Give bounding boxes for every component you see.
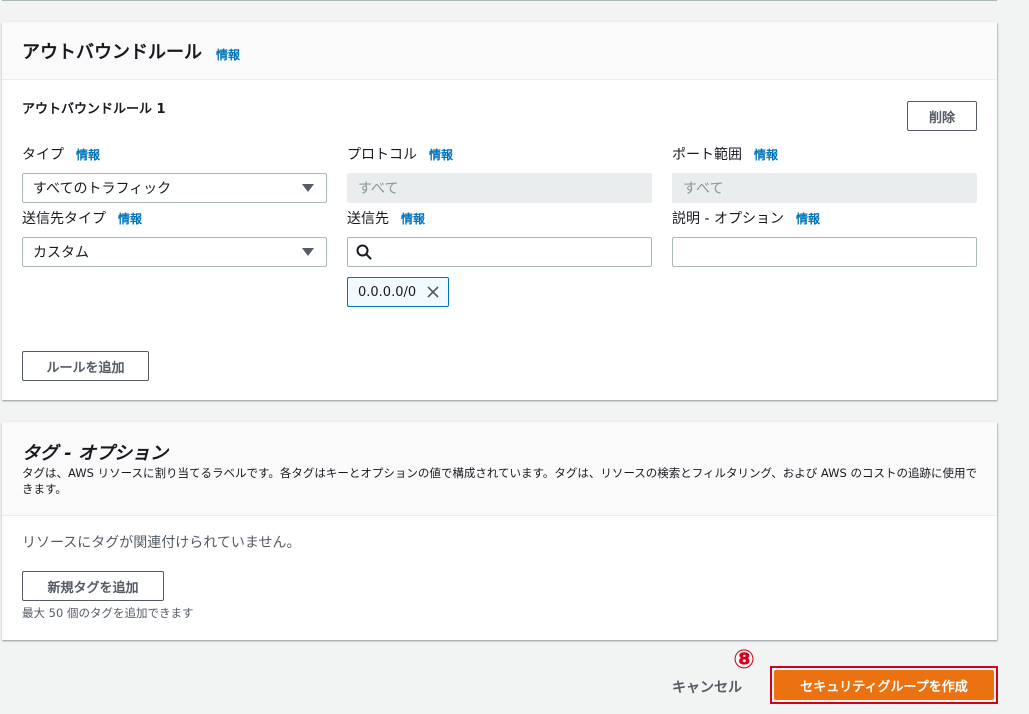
description-label-text: 説明 - オプション [672, 211, 784, 227]
tags-panel: タグ - オプション タグは、AWS リソースに割り当てるラベルです。各タグはキ… [2, 422, 997, 640]
tags-description: タグは、AWS リソースに割り当てるラベルです。各タグはキーとオプションの値で構… [22, 466, 977, 496]
type-label: タイプ 情報 [22, 144, 100, 164]
description-label: 説明 - オプション 情報 [672, 208, 820, 228]
outbound-rules-info-link[interactable]: 情報 [216, 46, 240, 63]
dest-type-select-value: カスタム [33, 245, 89, 261]
protocol-info-link[interactable]: 情報 [429, 148, 453, 162]
destination-info-link[interactable]: 情報 [401, 212, 425, 226]
outbound-rules-panel: アウトバウンドルール 情報 アウトバウンドルール 1 削除 タイプ 情報 プロトコ… [2, 22, 997, 400]
destination-search-input[interactable] [347, 237, 652, 267]
tags-hint: 最大 50 個のタグを追加できます [22, 606, 194, 620]
destination-token-label: 0.0.0.0/0 [358, 284, 417, 300]
destination-token: 0.0.0.0/0 [347, 277, 449, 307]
caret-down-icon [302, 248, 314, 256]
port-range-field: すべて [672, 173, 977, 203]
close-icon[interactable] [426, 285, 440, 299]
add-rule-button[interactable]: ルールを追加 [22, 351, 149, 381]
outbound-rules-header: アウトバウンドルール 情報 [2, 22, 997, 80]
previous-panel-edge [2, 0, 997, 1]
port-range-field-value: すべて [683, 181, 724, 197]
dest-type-info-link[interactable]: 情報 [118, 212, 142, 226]
tags-empty-text: リソースにタグが関連付けられていません。 [22, 535, 301, 551]
protocol-field: すべて [347, 173, 652, 203]
type-select-value: すべてのトラフィック [33, 181, 172, 197]
tags-header: タグ - オプション タグは、AWS リソースに割り当てるラベルです。各タグはキ… [2, 422, 997, 516]
type-select[interactable]: すべてのトラフィック [22, 173, 327, 203]
port-range-info-link[interactable]: 情報 [754, 148, 778, 162]
port-range-label-text: ポート範囲 [672, 147, 742, 163]
outbound-rules-title: アウトバウンドルール [22, 42, 202, 63]
destination-label-text: 送信先 [347, 211, 389, 227]
search-icon [356, 244, 372, 260]
protocol-label-text: プロトコル [347, 147, 417, 163]
port-range-label: ポート範囲 情報 [672, 144, 778, 164]
create-security-group-button[interactable]: セキュリティグループを作成 [774, 670, 994, 700]
tags-title: タグ - オプション [22, 443, 169, 464]
dest-type-label: 送信先タイプ 情報 [22, 208, 142, 228]
description-input[interactable] [672, 237, 977, 267]
caret-down-icon [302, 184, 314, 192]
description-info-link[interactable]: 情報 [796, 212, 820, 226]
destination-label: 送信先 情報 [347, 208, 425, 228]
cancel-button[interactable]: キャンセル [672, 677, 742, 697]
dest-type-select[interactable]: カスタム [22, 237, 327, 267]
protocol-label: プロトコル 情報 [347, 144, 453, 164]
dest-type-label-text: 送信先タイプ [22, 211, 106, 227]
type-label-text: タイプ [22, 147, 64, 163]
step-marker: ⑧ [733, 645, 756, 675]
type-info-link[interactable]: 情報 [76, 148, 100, 162]
delete-rule-button[interactable]: 削除 [907, 101, 977, 131]
protocol-field-value: すべて [358, 181, 399, 197]
rule-title: アウトバウンドルール 1 [22, 102, 166, 117]
add-tag-button[interactable]: 新規タグを追加 [22, 571, 164, 601]
